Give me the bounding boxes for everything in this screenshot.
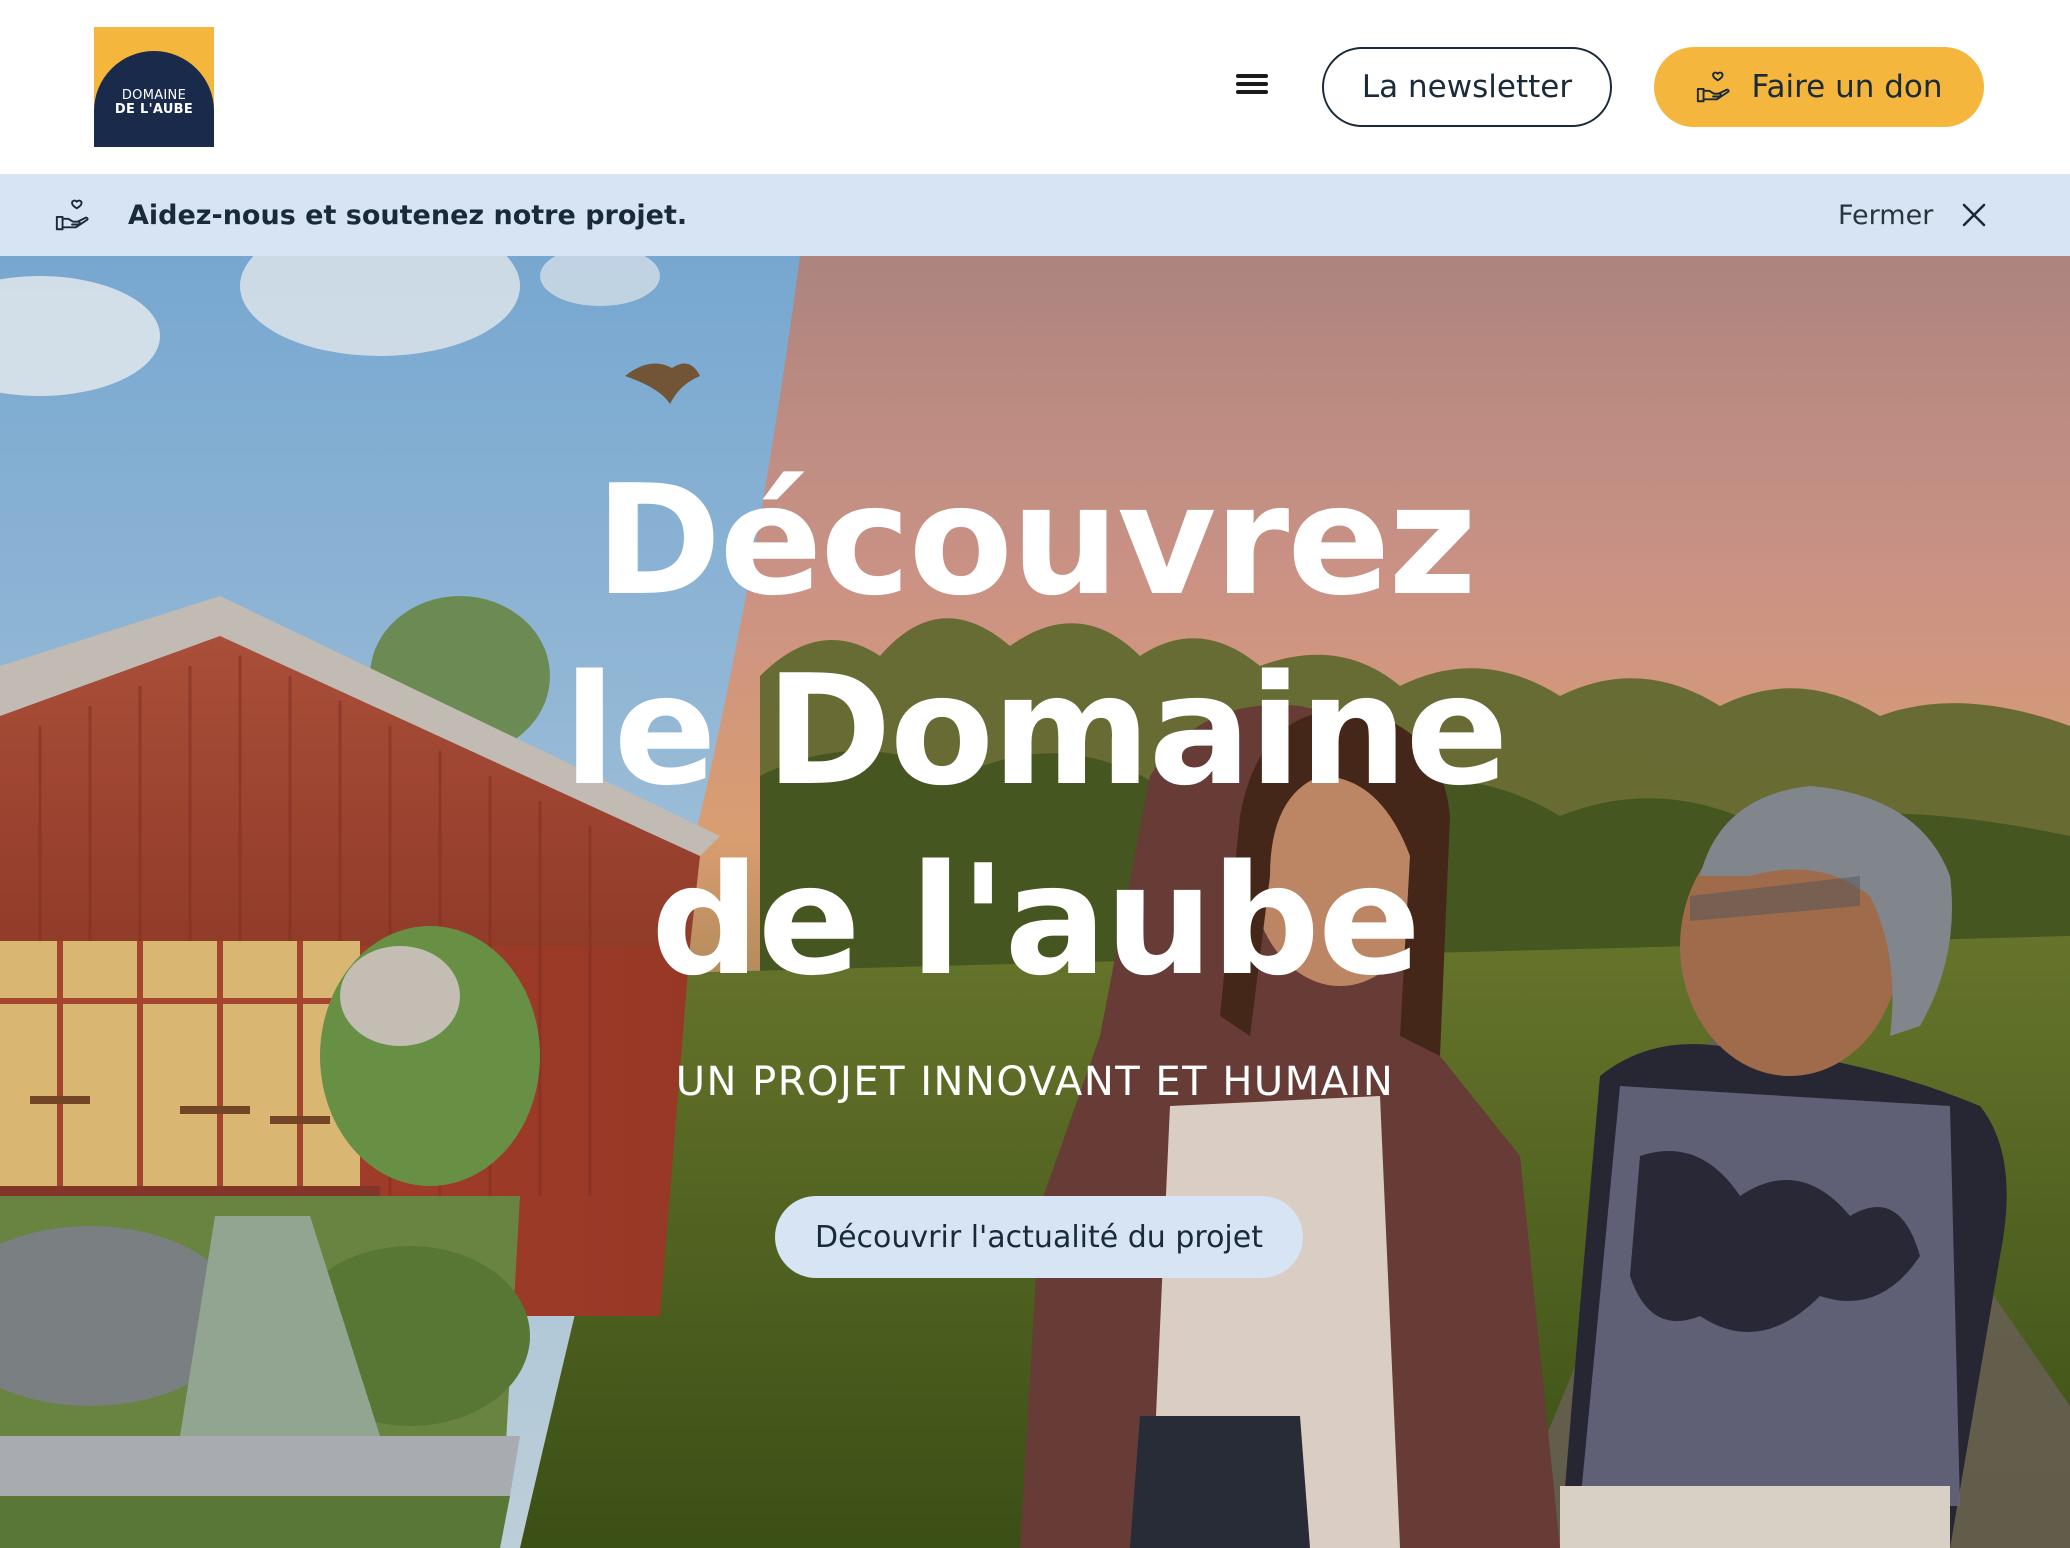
- hero-title: Découvrez le Domaine de l'aube: [0, 446, 2070, 1016]
- site-header: DOMAINE DE L'AUBE La newsletter Faire un…: [0, 0, 2070, 174]
- banner-close-button[interactable]: Fermer: [1838, 174, 1989, 256]
- hamburger-menu-icon[interactable]: [1230, 66, 1276, 102]
- support-banner: Aidez-nous et soutenez notre projet. Fer…: [0, 174, 2070, 256]
- site-logo[interactable]: DOMAINE DE L'AUBE: [94, 27, 214, 147]
- hero-subtitle: UN PROJET INNOVANT ET HUMAIN: [675, 1059, 1395, 1105]
- logo-line-1: DOMAINE: [121, 88, 187, 103]
- heart-hand-icon: [1697, 71, 1730, 103]
- close-label: Fermer: [1838, 199, 1934, 231]
- close-icon: [1963, 203, 1986, 227]
- hero-title-line-3: de l'aube: [650, 832, 1421, 1009]
- hero-section: Découvrez le Domaine de l'aube UN PROJET…: [0, 256, 2070, 1548]
- donate-button-label: Faire un don: [1751, 69, 1943, 105]
- heart-hand-icon: [55, 199, 89, 231]
- logo-line-2: DE L'AUBE: [114, 102, 194, 117]
- newsletter-button-label: La newsletter: [1361, 69, 1573, 105]
- discover-news-button-label: Découvrir l'actualité du projet: [815, 1219, 1263, 1255]
- discover-news-button[interactable]: Découvrir l'actualité du projet: [775, 1196, 1303, 1278]
- banner-message: Aidez-nous et soutenez notre projet.: [128, 199, 688, 231]
- newsletter-button[interactable]: La newsletter: [1322, 47, 1612, 127]
- hero-title-line-2: le Domaine: [563, 642, 1508, 819]
- donate-button[interactable]: Faire un don: [1654, 47, 1984, 127]
- hero-title-line-1: Découvrez: [595, 452, 1477, 629]
- logo-text: DOMAINE DE L'AUBE: [94, 89, 214, 117]
